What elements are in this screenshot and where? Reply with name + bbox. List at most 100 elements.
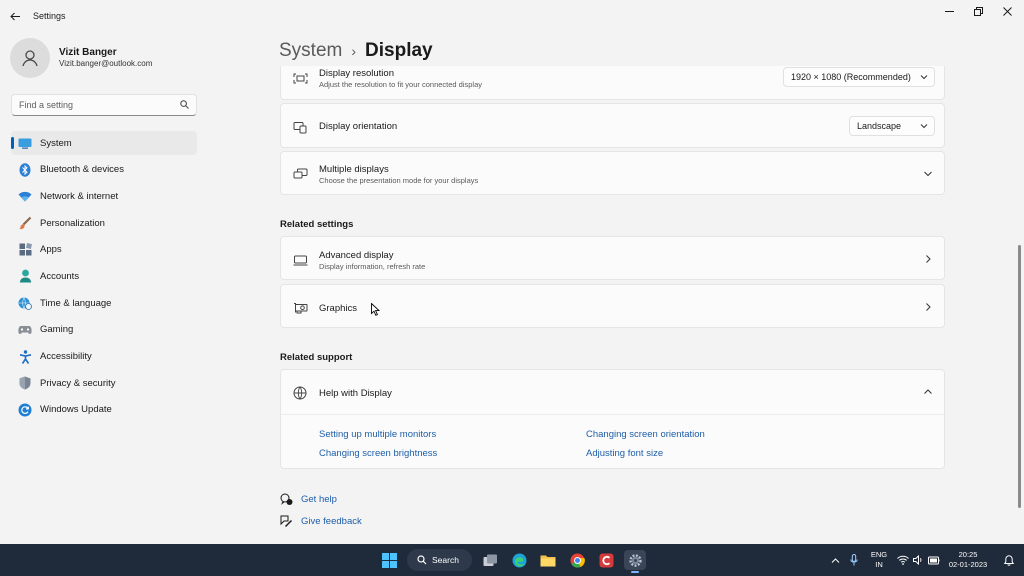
card-title: Graphics [319, 303, 358, 314]
sidebar-item-personalization[interactable]: Personalization [11, 211, 197, 235]
sidebar-item-label: Time & language [40, 297, 112, 309]
gamepad-icon [18, 323, 32, 337]
sidebar-item-gaming[interactable]: Gaming [11, 318, 197, 342]
back-arrow-icon [9, 12, 20, 20]
sidebar-item-apps[interactable]: Apps [11, 238, 197, 262]
language-code: ENG [870, 550, 888, 559]
update-icon [18, 403, 32, 417]
related-settings-header: Related settings [280, 219, 354, 230]
chevron-right-icon [922, 301, 934, 313]
taskbar-search[interactable]: Search [407, 549, 472, 571]
chevron-down-icon [920, 75, 928, 80]
start-button[interactable] [378, 550, 400, 570]
sidebar-item-label: Gaming [40, 324, 74, 336]
windows-logo-icon [381, 552, 397, 568]
sidebar-item-privacy[interactable]: Privacy & security [11, 371, 197, 395]
sidebar-item-system[interactable]: System [11, 131, 197, 155]
scrollbar-thumb[interactable] [1018, 245, 1021, 508]
volume-icon [912, 555, 921, 565]
chevron-up-icon [831, 557, 839, 563]
window-title: Settings [33, 11, 66, 21]
avatar [10, 38, 50, 78]
give-feedback-link[interactable]: Give feedback [279, 514, 362, 528]
help-link[interactable]: Setting up multiple monitors [319, 429, 436, 440]
card-subtitle: Display information, refresh rate [319, 262, 426, 271]
maximize-button[interactable] [963, 3, 993, 19]
card-title: Display orientation [319, 121, 398, 132]
breadcrumb-separator: › [351, 43, 357, 59]
card-title: Advanced display [319, 250, 394, 261]
display-resolution-card: Display resolution Adjust the resolution… [280, 66, 945, 100]
resolution-dropdown[interactable]: 1920 × 1080 (Recommended) [783, 67, 935, 87]
card-subtitle: Choose the presentation mode for your di… [319, 176, 479, 185]
graphics-card-icon [292, 300, 308, 316]
resolution-icon [292, 70, 308, 86]
card-title: Display resolution [319, 68, 394, 79]
minimize-button[interactable] [934, 3, 964, 19]
taskbar-search-label: Search [432, 555, 459, 565]
notifications-button[interactable] [999, 550, 1019, 570]
quick-settings-button[interactable] [894, 550, 942, 570]
help-link[interactable]: Changing screen orientation [586, 429, 705, 440]
accessibility-icon [18, 349, 32, 364]
user-profile[interactable]: Vizit Banger Vizit.banger@outlook.com [10, 38, 210, 78]
multiple-displays-icon [292, 166, 308, 182]
sidebar-item-label: Apps [40, 244, 62, 256]
help-link[interactable]: Adjusting font size [586, 448, 663, 459]
help-with-display-header[interactable]: Help with Display [281, 370, 944, 415]
sidebar-item-time-language[interactable]: Time & language [11, 291, 197, 315]
chevron-right-icon [922, 253, 934, 265]
sidebar-item-bluetooth[interactable]: Bluetooth & devices [11, 158, 197, 182]
language-indicator[interactable]: ENG IN [868, 550, 890, 570]
clock[interactable]: 20:25 02-01-2023 [948, 550, 988, 570]
date-text: 02-01-2023 [948, 560, 988, 569]
search-input[interactable] [12, 95, 172, 115]
system-icon [18, 136, 32, 150]
shield-icon [18, 376, 32, 390]
multiple-displays-card[interactable]: Multiple displays Choose the presentatio… [280, 151, 945, 195]
chevron-down-icon [922, 168, 934, 180]
title-bar: Settings [0, 0, 1024, 32]
back-button[interactable] [6, 8, 24, 24]
close-icon [1002, 6, 1012, 16]
sidebar-nav: System Bluetooth & devices Network & int… [11, 131, 197, 425]
apps-icon [18, 243, 32, 257]
chrome-button[interactable] [566, 550, 588, 570]
chevron-up-icon [922, 386, 934, 398]
battery-icon [927, 556, 939, 564]
sidebar-item-accessibility[interactable]: Accessibility [11, 345, 197, 369]
restore-icon [973, 6, 983, 16]
mouse-cursor-icon [371, 303, 380, 316]
card-title: Help with Display [319, 388, 392, 399]
region-code: IN [875, 560, 883, 569]
settings-search[interactable] [11, 94, 197, 116]
give-feedback-label: Give feedback [301, 515, 362, 527]
sidebar-item-label: Accessibility [40, 351, 92, 362]
time-text: 20:25 [958, 550, 978, 559]
help-link[interactable]: Changing screen brightness [319, 448, 437, 459]
sidebar-item-label: System [40, 137, 72, 149]
user-email: Vizit.banger@outlook.com [59, 59, 153, 68]
orientation-dropdown[interactable]: Landscape [849, 116, 935, 136]
edge-browser-button[interactable] [508, 550, 530, 570]
sidebar-item-label: Network & internet [40, 190, 119, 202]
wifi-icon [896, 555, 909, 565]
sidebar-item-network[interactable]: Network & internet [11, 184, 197, 208]
card-subtitle: Adjust the resolution to fit your connec… [319, 80, 483, 89]
bluetooth-icon [18, 162, 32, 177]
close-button[interactable] [992, 3, 1022, 19]
card-title: Multiple displays [319, 164, 389, 175]
file-explorer-button[interactable] [537, 550, 559, 570]
microphone-button[interactable] [843, 550, 865, 570]
sidebar-item-windows-update[interactable]: Windows Update [11, 398, 197, 422]
get-help-link[interactable]: Get help [279, 492, 337, 506]
advanced-display-card[interactable]: Advanced display Display information, re… [280, 236, 945, 280]
breadcrumb-system-link[interactable]: System [279, 40, 342, 62]
sidebar-item-label: Privacy & security [40, 377, 116, 389]
red-app-button[interactable] [595, 550, 617, 570]
settings-taskbar-button[interactable] [624, 550, 646, 573]
brush-icon [18, 216, 32, 230]
task-view-button[interactable] [479, 550, 501, 570]
sidebar-item-accounts[interactable]: Accounts [11, 264, 197, 288]
taskbar: Search ENG IN 20:25 02-01-2023 [0, 544, 1024, 576]
